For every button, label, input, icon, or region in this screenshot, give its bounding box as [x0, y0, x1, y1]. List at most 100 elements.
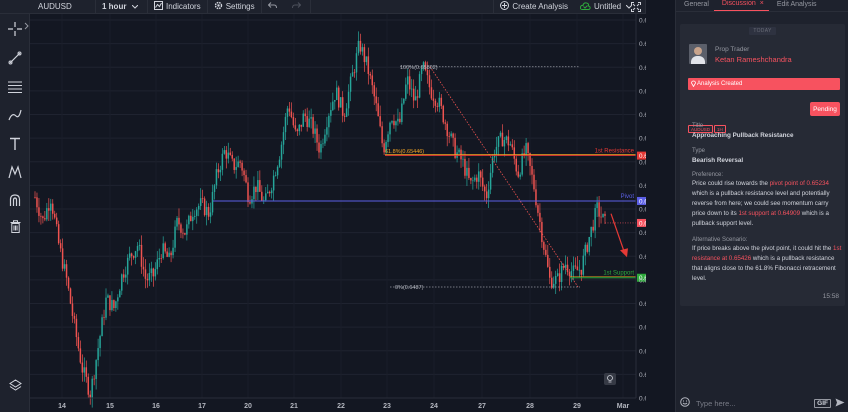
candle-body — [276, 166, 279, 176]
text-tool[interactable] — [5, 135, 25, 155]
candle-body — [197, 205, 200, 210]
emoji-icon[interactable] — [680, 397, 690, 409]
candle-body — [192, 216, 194, 222]
x-tick-label: 15 — [106, 403, 114, 410]
analysis-type: Bearish Reversal — [692, 157, 744, 164]
candle-body — [217, 169, 220, 173]
tab-edit-analysis[interactable]: Edit Analysis — [769, 1, 822, 11]
gif-button[interactable]: GIF — [814, 398, 831, 408]
candle-body — [353, 72, 356, 74]
candle-body — [389, 122, 391, 135]
layers-button[interactable] — [5, 376, 25, 396]
candle-body — [401, 103, 403, 123]
undo-button[interactable] — [262, 0, 286, 14]
y-tick-label: 0.65100 — [639, 230, 646, 237]
redo-button[interactable] — [286, 0, 311, 14]
toolbar-collapse-handle[interactable] — [24, 22, 29, 30]
status-banner: Analysis Created — [688, 78, 840, 90]
candle-body — [117, 297, 119, 302]
candle-body — [296, 129, 299, 132]
candle-body — [476, 177, 478, 182]
candle-body — [53, 213, 56, 218]
date-divider: TODAY — [749, 27, 776, 35]
candle-body — [83, 367, 86, 373]
candle-body — [478, 171, 480, 182]
y-tick-label: 0.65900 — [639, 41, 646, 48]
candle-body — [44, 218, 46, 220]
candle-body — [142, 266, 145, 270]
candle-body — [138, 244, 141, 246]
candle-body — [371, 75, 374, 86]
chart-overlays: 100%(0.65802) 61.8%(0.65446) 0%(0.6487) 1st… — [213, 65, 646, 385]
candle-body — [239, 161, 241, 163]
panel-tabs: General Discussion × Edit Analysis — [676, 0, 848, 12]
fib-tool[interactable] — [5, 78, 25, 98]
candle-body — [268, 191, 271, 194]
candle-body — [160, 258, 162, 259]
symbol-selector[interactable]: AUDUSD — [0, 0, 96, 14]
candle-body — [207, 206, 210, 217]
candle-body — [162, 243, 164, 259]
current-price-tag: 0.65141 — [639, 220, 646, 227]
candle-body — [537, 205, 539, 213]
price-chart[interactable]: 100%(0.65802) 61.8%(0.65446) 0%(0.6487) 1st… — [30, 14, 646, 412]
brush-icon — [8, 108, 22, 124]
send-icon[interactable] — [835, 398, 845, 409]
candle-body — [428, 75, 431, 88]
candle-body — [391, 120, 393, 123]
candle-body — [351, 72, 354, 77]
close-icon[interactable]: × — [760, 0, 764, 7]
candle-body — [124, 274, 127, 278]
tab-discussion[interactable]: Discussion × — [713, 0, 769, 11]
settings-button[interactable]: Settings — [208, 0, 262, 14]
delete-drawings-button[interactable] — [5, 217, 25, 237]
x-tick-label: 16 — [152, 403, 160, 410]
candle-body — [288, 108, 291, 112]
indicators-button[interactable]: Indicators — [148, 0, 208, 14]
brush-tool[interactable] — [5, 106, 25, 126]
y-tick-label: 0.65700 — [639, 88, 646, 95]
alternative-label: Alternative Scenario: — [692, 237, 748, 243]
status-banner-label: Analysis Created — [697, 81, 743, 87]
fullscreen-icon[interactable] — [631, 2, 641, 14]
candle-body — [284, 116, 287, 133]
candle-body — [582, 255, 585, 275]
candle-body — [109, 295, 111, 311]
candle-body — [347, 91, 350, 109]
create-analysis-button[interactable]: Create Analysis — [493, 0, 574, 14]
candle-body — [308, 118, 310, 127]
author-name[interactable]: Ketan Rameshchandra — [715, 55, 792, 64]
tab-general[interactable]: General — [676, 1, 714, 11]
y-tick-label: 0.65400 — [639, 159, 646, 166]
undo-icon — [267, 2, 280, 11]
y-tick-label: 0.65200 — [639, 207, 646, 214]
candle-body — [505, 136, 508, 141]
candle-body — [517, 171, 519, 177]
trendline-tool[interactable] — [5, 49, 25, 69]
candle-body — [97, 348, 99, 361]
tab-discussion-label: Discussion — [721, 0, 756, 7]
magnet-tool[interactable] — [5, 191, 25, 211]
interval-selector[interactable]: 1 hour — [96, 0, 148, 14]
candle-body — [430, 87, 433, 99]
candle-body — [205, 206, 208, 216]
pattern-tool[interactable] — [5, 163, 25, 183]
candle-body — [280, 144, 283, 160]
candle-body — [604, 213, 606, 216]
candle-body — [211, 191, 214, 213]
paragraph-text: Price could rise towards the — [692, 180, 770, 187]
candle-body — [452, 133, 454, 138]
candle-body — [596, 202, 598, 209]
candle-body — [499, 132, 502, 137]
message-input[interactable]: Type here... — [696, 399, 814, 408]
type-label: Type — [692, 148, 706, 154]
candle-body — [57, 224, 60, 244]
candle-body — [336, 87, 338, 101]
location-pin-icon — [691, 80, 696, 89]
candle-body — [322, 143, 324, 145]
candle-body — [113, 300, 115, 308]
candle-body — [349, 76, 352, 92]
crosshair-tool[interactable] — [5, 20, 25, 40]
x-tick-label: 17 — [198, 403, 206, 410]
candle-body — [379, 116, 381, 127]
